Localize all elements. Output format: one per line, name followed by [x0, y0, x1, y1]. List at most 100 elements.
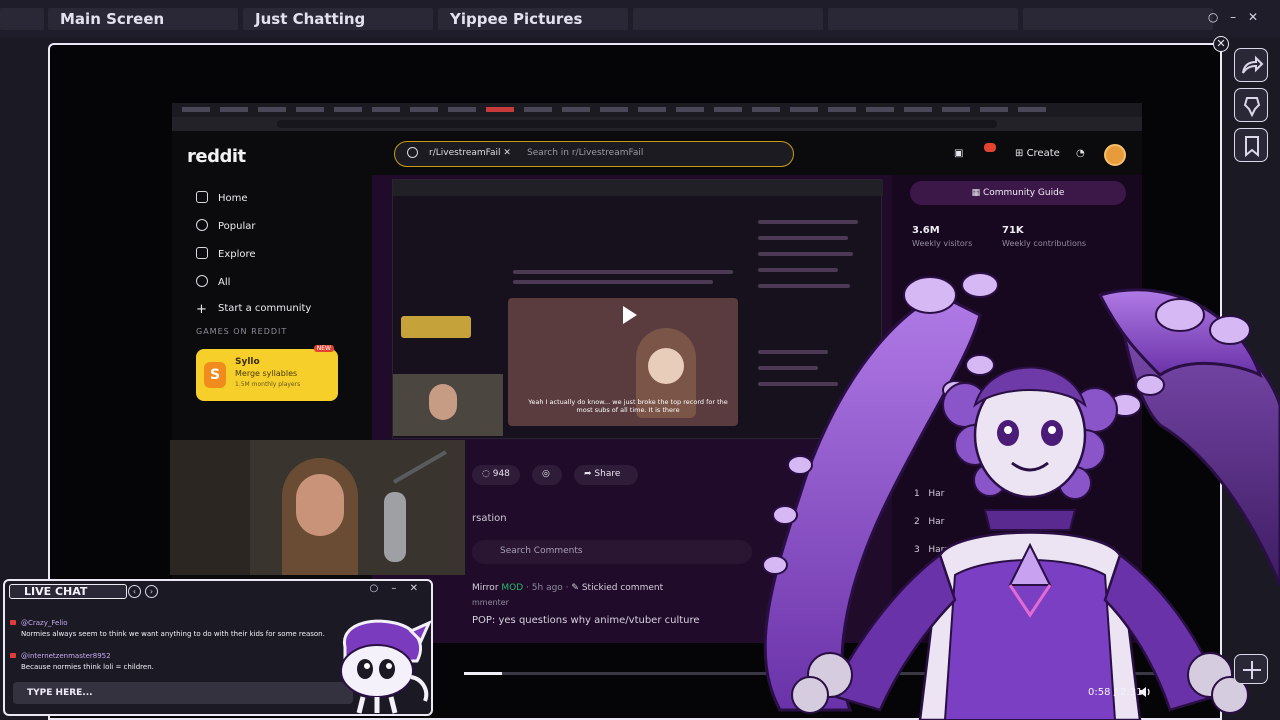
game-name: Syllo [235, 357, 260, 367]
nav-label: Explore [218, 249, 256, 260]
bookmark-icon [1245, 136, 1259, 158]
tab-yippee-pictures[interactable]: Yippee Pictures [438, 8, 628, 30]
subreddit-chip: r/LivestreamFail ✕ [429, 148, 511, 158]
tab-label: Just Chatting [255, 10, 366, 28]
guide-label: Community Guide [982, 188, 1065, 198]
reddit-search-box: r/LivestreamFail ✕ Search in r/Livestrea… [394, 141, 794, 167]
game-players: 1.5M monthly players [235, 381, 301, 388]
expand-button[interactable] [1234, 654, 1268, 684]
streamer-webcam [170, 440, 465, 575]
nav-start-community: + Start a community [196, 303, 311, 321]
browser-address-bar [172, 117, 1142, 131]
popular-icon [196, 219, 208, 231]
chat-username: @internetzenmaster8952 [21, 652, 111, 660]
search-icon [407, 147, 418, 158]
share-label: Share [594, 469, 621, 479]
syllo-icon: S [204, 362, 226, 388]
nested-highlight [401, 316, 471, 338]
live-chat-panel: LIVE CHAT ‹ › ○ – ✕ @Crazy_Felio Normies… [3, 579, 433, 716]
create-text: Create [1026, 148, 1060, 159]
nav-home: Home [196, 191, 248, 209]
expand-icon [1243, 661, 1261, 679]
chat-input-box[interactable] [13, 682, 353, 704]
tab-just-chatting[interactable]: Just Chatting [243, 8, 433, 30]
search-comments-box: Search Comments [472, 540, 752, 564]
nested-webcam [393, 374, 503, 436]
comments-count-button: ◌ 948 [472, 465, 520, 485]
chat-input[interactable] [13, 682, 353, 704]
notification-badge [984, 143, 996, 152]
tab-label: Yippee Pictures [450, 10, 583, 28]
chat-prev-button[interactable]: ‹ [128, 585, 141, 598]
right-toolbar [1230, 40, 1274, 720]
tab-leading [0, 8, 44, 30]
home-icon [196, 191, 208, 203]
share-arrow-icon [1242, 55, 1264, 74]
plus-icon: + [196, 302, 207, 317]
reddit-logo: reddit [187, 146, 246, 167]
stat-visitors-value: 3.6M [912, 225, 940, 236]
bookmark-button[interactable] [1234, 128, 1268, 162]
chat-username: @Crazy_Felio [21, 619, 68, 627]
avatar [1104, 144, 1126, 166]
comment-sub: mmenter [472, 598, 509, 607]
share-arrow-button[interactable] [1234, 48, 1268, 82]
chat-next-button[interactable]: › [145, 585, 158, 598]
comment-time: · 5h ago · [526, 583, 569, 593]
game-desc: Merge syllables [235, 369, 298, 378]
play-icon [623, 306, 637, 324]
award-icon: ◎ [532, 465, 562, 485]
chat-window-controls[interactable]: ○ – ✕ [370, 583, 423, 594]
stream-overlay: Main Screen Just Chatting Yippee Picture… [0, 0, 1280, 720]
syllo-game-card: S Syllo Merge syllables 1.5M monthly pla… [196, 345, 338, 401]
scene-tab-bar: Main Screen Just Chatting Yippee Picture… [0, 0, 1280, 38]
video-progress-fill [464, 672, 502, 675]
pin-button[interactable] [1234, 88, 1268, 122]
video-caption: Yeah I actually do know... we just broke… [528, 398, 728, 414]
stickied-label: Stickied comment [581, 583, 664, 593]
bell-icon: ◔ [1076, 148, 1085, 159]
nav-popular: Popular [196, 219, 256, 237]
reddit-header: reddit r/LivestreamFail ✕ Search in r/Li… [172, 131, 1142, 175]
pin-icon: ✎ [571, 583, 579, 593]
search-placeholder: Search in r/LivestreamFail [527, 148, 644, 158]
tab-empty-2[interactable] [828, 8, 1018, 30]
conversation-heading: rsation [472, 513, 507, 524]
create-label: ⊞ Create [1015, 148, 1060, 159]
comment-text: POP: yes questions why anime/vtuber cult… [472, 615, 700, 626]
nav-label: Home [218, 193, 248, 204]
nav-label: All [218, 277, 231, 288]
window-controls[interactable]: ○ – ✕ [1208, 10, 1262, 24]
chat-title: LIVE CHAT [24, 585, 88, 598]
nav-label: Start a community [218, 303, 312, 314]
live-chat-tab[interactable]: LIVE CHAT [9, 584, 127, 599]
nav-label: Popular [218, 221, 256, 232]
browser-tab-strip [172, 103, 1142, 117]
games-section-title: GAMES ON REDDIT [196, 327, 288, 336]
search-comments-label: Search Comments [500, 546, 583, 556]
video-time: 0:58 / 2:31 [1088, 687, 1143, 698]
stat-contrib-value: 71K [1002, 225, 1024, 236]
tab-empty-1[interactable] [633, 8, 823, 30]
comment-meta: Mirror MOD · 5h ago · ✎ Stickied comment [472, 583, 663, 593]
new-badge: NEW [313, 345, 334, 352]
comments-count: 948 [492, 469, 510, 479]
nav-all: All [196, 275, 230, 293]
youtube-icon [10, 653, 16, 658]
chat-message: Because normies think loli = children. [21, 663, 154, 671]
nested-video-thumbnail: Yeah I actually do know... we just broke… [508, 298, 738, 426]
nested-browser-header [393, 180, 883, 196]
tab-main-screen[interactable]: Main Screen [48, 8, 238, 30]
all-icon [196, 275, 208, 287]
youtube-icon [10, 620, 16, 625]
stat-visitors-label: Weekly visitors [912, 239, 973, 248]
explore-icon [196, 247, 208, 259]
tab-empty-3[interactable] [1023, 8, 1213, 30]
mod-tag: MOD [501, 583, 524, 593]
tab-label: Main Screen [60, 10, 165, 28]
volume-icon[interactable] [1138, 686, 1152, 698]
close-icon[interactable]: ✕ [1213, 36, 1229, 52]
nav-explore: Explore [196, 247, 256, 265]
microphone [384, 492, 406, 562]
mascot-sticker [340, 619, 432, 714]
